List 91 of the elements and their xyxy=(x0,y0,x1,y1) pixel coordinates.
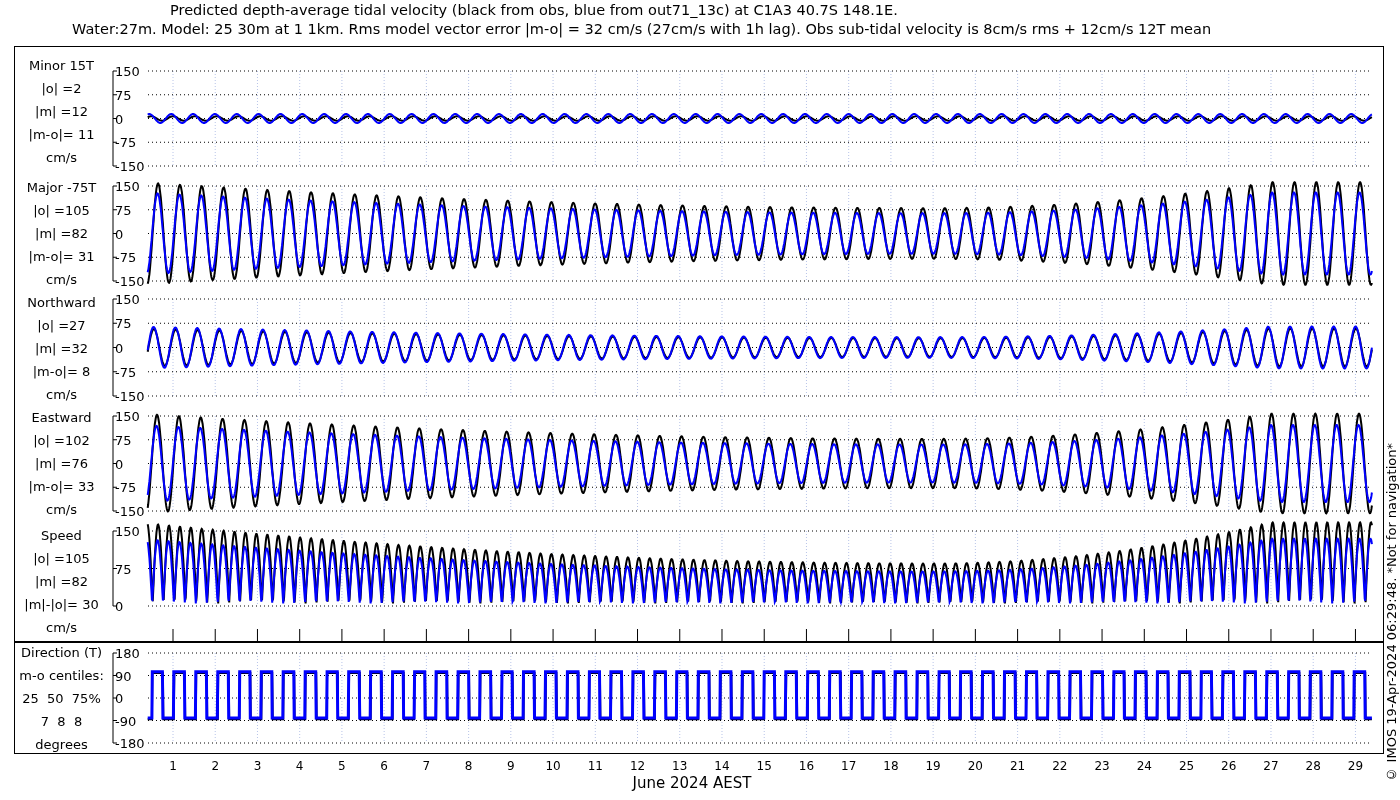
tick-label: 150 xyxy=(115,409,140,424)
tick-label: 16 xyxy=(798,759,815,773)
tick-label: 8 xyxy=(464,759,473,773)
panel-label: cm/s xyxy=(46,501,77,519)
panel-label: Major -75T xyxy=(26,179,97,197)
panel-label: |m| =82 xyxy=(35,225,88,243)
panel-label: Minor 15T xyxy=(29,57,94,75)
panel-label: |o| =27 xyxy=(37,317,86,335)
tick-label: 150 xyxy=(115,179,140,194)
tick-label: 23 xyxy=(1094,759,1110,773)
tick-label: 75 xyxy=(115,316,132,332)
tick-label: 2 xyxy=(211,759,220,773)
panel-label: 25 50 75% xyxy=(22,689,101,708)
tick-label: 17 xyxy=(841,759,857,773)
tick-label: 12 xyxy=(629,759,646,773)
copyright-notice: © IMOS 19-Apr-2024 06:29:48. *Not for navigation* xyxy=(1384,443,1400,782)
panel-label: degrees xyxy=(35,735,88,754)
panel-label: |m| =76 xyxy=(35,455,88,473)
tick-label: 150 xyxy=(115,64,140,79)
tick-label: -75 xyxy=(115,135,137,151)
panel-label: |o| =2 xyxy=(41,80,82,98)
tick-label: 0 xyxy=(115,111,124,127)
tick-label: 0 xyxy=(115,691,124,706)
panel-label: |m|-|o|= 30 xyxy=(24,595,99,614)
tick-label: 3 xyxy=(253,759,262,773)
tick-label: 11 xyxy=(587,759,603,773)
chart-title: Water:27m. Model: 25 30m at 1 1km. Rms model vector error |m-o| = 32 cm/s (27cm/s with 1h lag). Obs sub-tidal velocity is 8cm/s rms + 12cm/s 12T mean xyxy=(71,20,1213,39)
tick-label: -150 xyxy=(115,274,145,289)
tick-label: 21 xyxy=(1009,759,1026,773)
tick-label: 22 xyxy=(1052,759,1068,773)
tick-label: 0 xyxy=(115,340,124,356)
panel-label: |o| =105 xyxy=(33,202,90,220)
tick-label: 19 xyxy=(925,759,941,773)
tick-label: 90 xyxy=(115,668,132,684)
panel-label: 7 8 8 xyxy=(40,712,83,731)
tick-label: 1 xyxy=(169,759,177,773)
tick-label: 28 xyxy=(1305,759,1321,773)
panel-label: cm/s xyxy=(46,386,77,404)
panel-label: cm/s xyxy=(46,271,77,289)
tick-label: 27 xyxy=(1263,759,1279,773)
chart-title: Predicted depth-average tidal velocity (black from obs, blue from out71_13c) at C1A3 40.7S 148.1E. xyxy=(169,1,899,20)
panel-label: |o| =102 xyxy=(33,432,90,450)
tick-label: 6 xyxy=(380,759,388,773)
tick-label: 0 xyxy=(115,226,124,242)
tick-label: 4 xyxy=(295,759,304,773)
tick-label: 150 xyxy=(115,524,140,539)
tick-label: -90 xyxy=(115,713,137,729)
tick-label: 14 xyxy=(714,759,730,773)
panel-label: cm/s xyxy=(46,618,77,637)
panel-label: |m| =12 xyxy=(35,103,88,121)
tick-label: 15 xyxy=(756,759,772,773)
panel-label: |m-o|= 8 xyxy=(32,363,91,381)
panel-label: |m-o|= 33 xyxy=(28,478,95,496)
axis-title: June 2024 AEST xyxy=(632,774,752,792)
tick-label: 75 xyxy=(115,202,132,218)
tick-label: -150 xyxy=(115,389,145,404)
tick-label: 10 xyxy=(545,759,561,773)
tick-label: -150 xyxy=(115,159,145,174)
panel-label: |m-o|= 31 xyxy=(28,248,95,266)
tick-label: 29 xyxy=(1347,759,1364,773)
tick-label: 0 xyxy=(115,599,124,614)
tick-label: 18 xyxy=(883,759,899,773)
tick-label: 0 xyxy=(115,456,124,472)
panel-label: |m| =82 xyxy=(35,572,88,591)
panel-label: Eastward xyxy=(31,409,92,427)
panel-label: Direction (T) xyxy=(21,643,102,662)
tick-label: 150 xyxy=(115,292,140,307)
tick-label: 25 xyxy=(1178,759,1195,773)
panel-label: m-o centiles: xyxy=(19,666,104,685)
panel-label: |m-o|= 11 xyxy=(28,126,95,144)
tick-label: -150 xyxy=(115,504,145,519)
tick-label: 9 xyxy=(507,759,515,773)
tick-label: 75 xyxy=(115,561,132,577)
panel-label: |m| =32 xyxy=(35,340,88,358)
tick-label: -180 xyxy=(115,736,145,751)
tick-label: 26 xyxy=(1221,759,1237,773)
tick-label: 24 xyxy=(1136,759,1152,773)
panel-label: Speed xyxy=(41,526,82,545)
panel-label: Northward xyxy=(27,294,96,312)
tick-label: 75 xyxy=(115,87,132,103)
panel-label: cm/s xyxy=(46,149,77,167)
tick-label: -75 xyxy=(115,364,137,380)
tick-label: -75 xyxy=(115,250,137,266)
tick-label: 5 xyxy=(338,759,346,773)
tick-label: 75 xyxy=(115,432,132,448)
tick-label: 180 xyxy=(115,646,140,661)
tick-label: 20 xyxy=(967,759,983,773)
tick-label: -75 xyxy=(115,480,137,496)
tick-label: 13 xyxy=(672,759,688,773)
panel-label: |o| =105 xyxy=(33,549,90,568)
tick-label: 7 xyxy=(422,759,431,773)
